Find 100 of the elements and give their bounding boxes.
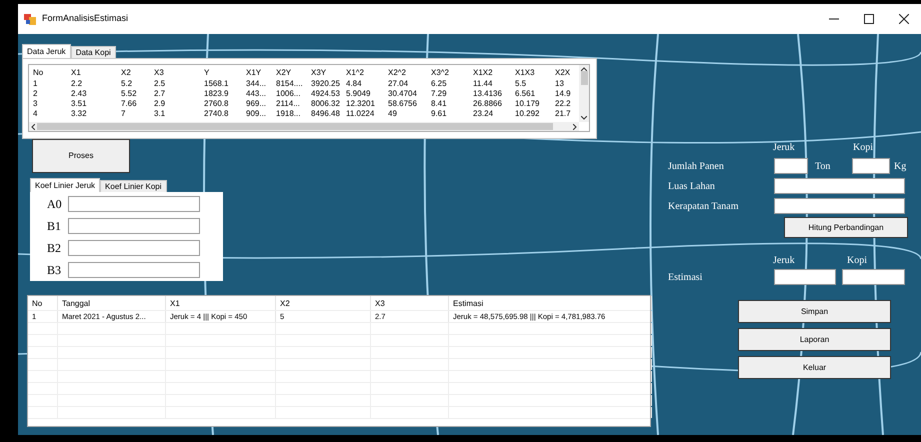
table-cell-text: 1918... — [276, 109, 302, 119]
table-cell-text: 11.0224 — [346, 109, 376, 119]
action-button[interactable]: Laporan — [738, 328, 891, 351]
tab[interactable]: Koef Linier Jeruk — [30, 178, 100, 192]
column-header[interactable]: X2 — [276, 296, 371, 310]
action-button[interactable]: Hitung Perbandingan — [784, 217, 908, 238]
table-cell-text: 5.9049 — [346, 89, 372, 99]
tab[interactable]: Data Jeruk — [22, 44, 71, 58]
input-field[interactable] — [774, 178, 905, 194]
maximize-icon[interactable] — [864, 14, 874, 24]
table-cell-text: 58.6756 — [388, 99, 418, 109]
unit-label: Ton — [814, 160, 832, 174]
column-header[interactable]: Estimasi — [449, 296, 652, 310]
column-header[interactable]: X2Y — [276, 67, 311, 79]
app-icon — [24, 14, 36, 24]
action-button[interactable]: Keluar — [738, 356, 891, 379]
column-heading: Kopi — [847, 254, 867, 268]
table-cell-text: 8154.... — [276, 79, 304, 89]
vertical-scrollbar[interactable] — [579, 65, 589, 122]
scroll-thumb[interactable] — [37, 123, 553, 130]
table-cell-text: 909... — [246, 109, 268, 119]
column-header[interactable]: X2^2 — [388, 67, 431, 79]
window-title: FormAnalisisEstimasi — [42, 12, 128, 26]
column-header[interactable]: No — [33, 67, 71, 79]
table-cell-text: 8.41 — [431, 99, 448, 109]
field-label: B1 — [46, 218, 62, 235]
table-cell-text: 7 — [121, 109, 126, 119]
table-cell-text: 3.1 — [154, 109, 166, 119]
field-label: Jumlah Panen — [668, 160, 725, 174]
table-cell-text: 7.29 — [431, 89, 448, 99]
column-heading: Kopi — [853, 141, 873, 155]
action-button[interactable]: Proses — [32, 139, 130, 173]
tab[interactable]: Koef Linier Kopi — [100, 180, 167, 192]
table-cell-text: 21.7 — [555, 109, 572, 119]
table-cell-text: 7.66 — [121, 99, 138, 109]
field-label: Kerapatan Tanam — [668, 200, 740, 214]
table-cell-text: 8006.32 — [311, 99, 341, 109]
column-header[interactable]: X2 — [121, 67, 154, 79]
table-cell-text: 5.52 — [121, 89, 138, 99]
horizontal-scrollbar[interactable] — [29, 122, 579, 131]
table-cell-text: 3.51 — [71, 99, 88, 109]
table-cell-text: 22.2 — [555, 99, 572, 109]
table-cell-text: 3.32 — [71, 109, 88, 119]
input-field[interactable] — [774, 269, 836, 285]
input-field[interactable] — [852, 158, 890, 174]
input-field[interactable] — [68, 240, 200, 256]
action-button[interactable]: Simpan — [738, 300, 891, 323]
table-cell-text: 13 — [555, 79, 565, 89]
close-icon[interactable] — [899, 14, 909, 24]
column-header[interactable]: X1Y — [246, 67, 276, 79]
table-cell-text: 30.4704 — [388, 89, 418, 99]
table-cell-text: 2114... — [276, 99, 301, 109]
table-cell-text: 10.292 — [515, 109, 540, 119]
scroll-thumb[interactable] — [580, 71, 588, 85]
column-header[interactable]: Tanggal — [58, 296, 166, 310]
table-cell-text: 2.43 — [71, 89, 88, 99]
table-cell-text: 14.9 — [555, 89, 572, 99]
field-label: B2 — [46, 240, 62, 257]
column-header[interactable]: X1 — [166, 296, 276, 310]
column-header[interactable]: X1 — [71, 67, 121, 79]
column-header[interactable]: X1^2 — [346, 67, 388, 79]
tab[interactable]: Data Kopi — [70, 46, 116, 58]
unit-label: Kg — [893, 160, 906, 174]
field-label: B3 — [46, 262, 62, 279]
column-header[interactable]: X3 — [154, 67, 204, 79]
table-cell-text: 2 — [33, 89, 38, 99]
table-cell-text: 5.2 — [121, 79, 134, 89]
input-field[interactable] — [774, 158, 808, 174]
table-cell-text: 2740.8 — [204, 109, 230, 119]
table-cell-text: 3920.25 — [311, 79, 341, 89]
table-cell-text: 49 — [388, 109, 398, 119]
table-cell-text: 4.84 — [346, 79, 363, 89]
column-header[interactable]: X2X — [555, 67, 579, 79]
table-cell-text: 8496.48 — [311, 109, 341, 119]
column-header[interactable]: No — [28, 296, 58, 310]
column-header[interactable]: X1X3 — [515, 67, 555, 79]
table-cell-text: 6.25 — [431, 79, 448, 89]
table-cell-text: 1823.9 — [204, 89, 230, 99]
input-field[interactable] — [68, 196, 200, 212]
column-heading: Jeruk — [773, 141, 796, 155]
input-field[interactable] — [68, 218, 200, 234]
column-header[interactable]: X3^2 — [431, 67, 473, 79]
field-label: Estimasi — [668, 270, 704, 284]
table-cell-text: 6.561 — [515, 89, 536, 99]
column-header[interactable]: X1X2 — [473, 67, 515, 79]
column-header[interactable]: X3Y — [311, 67, 346, 79]
input-field[interactable] — [68, 262, 200, 278]
table-cell-text: 1 — [33, 79, 38, 89]
table-cell-text: 2760.8 — [204, 99, 230, 109]
field-label: Luas Lahan — [668, 180, 716, 194]
column-heading: Jeruk — [773, 254, 796, 268]
column-header[interactable]: Y — [204, 67, 246, 79]
field-label: A0 — [46, 196, 63, 213]
input-field[interactable] — [774, 198, 905, 214]
table-cell-text: 27.04 — [388, 79, 410, 89]
table-cell-text: 443... — [246, 89, 268, 99]
column-header[interactable]: X3 — [371, 296, 449, 310]
table-cell-text: 11.44 — [473, 79, 494, 89]
input-field[interactable] — [842, 269, 905, 285]
table-cell-text: 23.24 — [473, 109, 494, 119]
